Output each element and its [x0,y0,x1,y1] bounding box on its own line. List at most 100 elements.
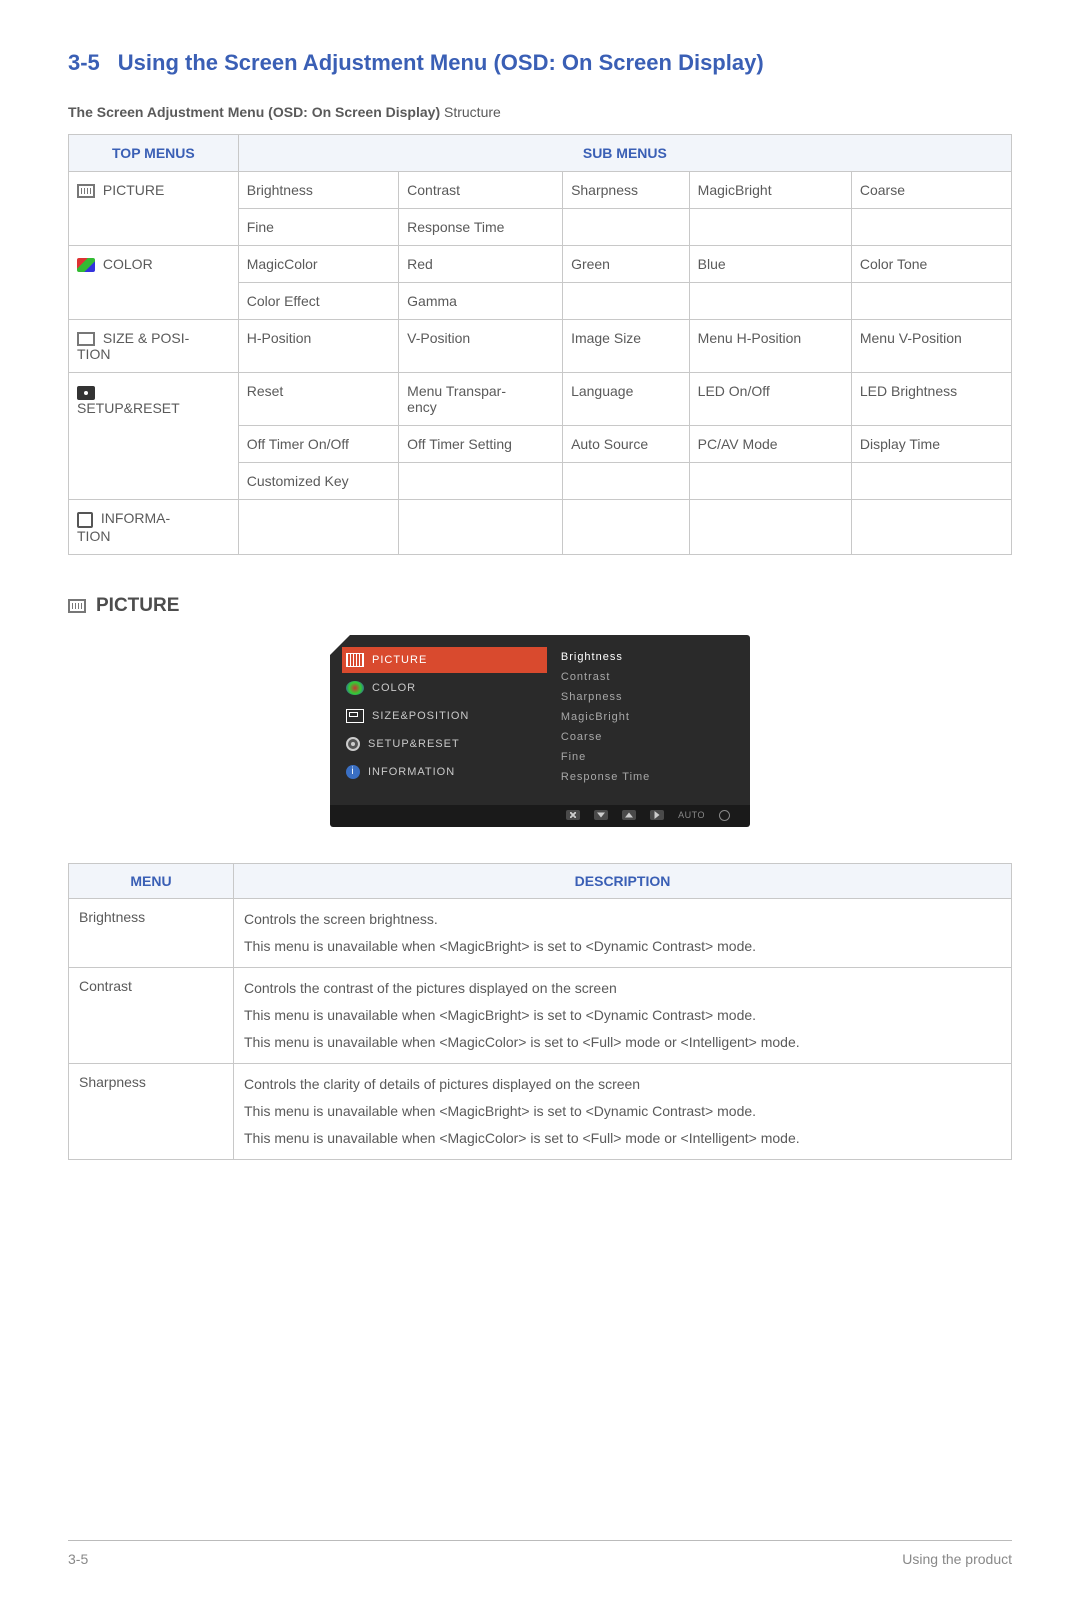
topmenu-information: INFORMA-TION [69,500,239,554]
osd-sub-item: Response Time [561,767,736,787]
osd-preview: PICTURE COLOR SIZE&POSITION SETUP&RESET … [330,635,750,827]
osd-sub-item: Brightness [561,647,736,667]
osd-label: PICTURE [372,654,427,666]
osd-panel: PICTURE COLOR SIZE&POSITION SETUP&RESET … [330,635,750,805]
cell [689,500,851,554]
cell [689,463,851,500]
cell: Color Effect [238,283,398,320]
section-title: 3-5 Using the Screen Adjustment Menu (OSD… [68,50,1012,76]
cell: Brightness [238,172,398,209]
cell: Blue [689,246,851,283]
osd-item-information: iINFORMATION [342,759,547,785]
cell: Green [563,246,690,283]
picture-section-heading: PICTURE [68,595,1012,617]
osd-item-setup: SETUP&RESET [342,731,547,757]
structure-caption: The Screen Adjustment Menu (OSD: On Scre… [68,104,1012,120]
desc-line: This menu is unavailable when <MagicColo… [244,1032,1001,1053]
cell: Off Timer Setting [399,426,563,463]
topmenu-color: COLOR [69,246,239,320]
section-title-text: Using the Screen Adjustment Menu (OSD: O… [118,50,764,75]
cell: LED On/Off [689,373,851,426]
menu-structure-table: TOP MENUS SUB MENUS PICTURE Brightness C… [68,134,1012,555]
close-icon [566,810,580,820]
cell: Auto Source [563,426,690,463]
cell [563,500,690,554]
cell: Display Time [851,426,1011,463]
picture-heading-text: PICTURE [96,595,179,617]
cell: Contrast [399,172,563,209]
desc-menu-name: Contrast [69,967,234,1063]
osd-footer: AUTO [330,805,750,827]
desc-menu-name: Sharpness [69,1063,234,1159]
osd-sub-item: Contrast [561,667,736,687]
picture-icon [77,184,95,198]
osd-item-size: SIZE&POSITION [342,703,547,729]
cell [851,209,1011,246]
osd-label: INFORMATION [368,766,455,778]
th-description: DESCRIPTION [234,863,1012,898]
structure-caption-rest: Structure [440,104,501,120]
cell: MagicBright [689,172,851,209]
osd-label: SETUP&RESET [368,738,460,750]
th-menu: MENU [69,863,234,898]
osd-right-column: Brightness Contrast Sharpness MagicBrigh… [547,647,736,787]
desc-line: This menu is unavailable when <MagicBrig… [244,936,1001,957]
desc-cell: Controls the clarity of details of pictu… [234,1063,1012,1159]
osd-label: COLOR [372,682,416,694]
th-top-menus: TOP MENUS [69,135,239,172]
desc-line: Controls the clarity of details of pictu… [244,1074,1001,1095]
auto-label: AUTO [678,810,705,821]
osd-sub-item: Fine [561,747,736,767]
section-number: 3-5 [68,50,100,75]
color-icon [346,681,364,695]
cell [563,283,690,320]
description-table: MENU DESCRIPTION Brightness Controls the… [68,863,1012,1160]
cell [563,209,690,246]
cell: Language [563,373,690,426]
size-icon [77,332,95,346]
arrow-up-icon [622,810,636,820]
cell [399,463,563,500]
cell: Coarse [851,172,1011,209]
osd-item-picture: PICTURE [342,647,547,673]
cell: V-Position [399,320,563,373]
picture-icon [68,599,86,613]
power-icon [719,810,730,821]
arrow-down-icon [594,810,608,820]
cell: Menu V-Position [851,320,1011,373]
cell: Response Time [399,209,563,246]
osd-label: SIZE&POSITION [372,710,469,722]
cell [689,209,851,246]
cell: Color Tone [851,246,1011,283]
desc-cell: Controls the contrast of the pictures di… [234,967,1012,1063]
osd-sub-item: Sharpness [561,687,736,707]
cell [563,463,690,500]
topmenu-picture: PICTURE [69,172,239,246]
cell [399,500,563,554]
cell [851,463,1011,500]
structure-caption-bold: The Screen Adjustment Menu (OSD: On Scre… [68,104,440,120]
topmenu-color-label: COLOR [103,256,153,272]
footer-left: 3-5 [68,1551,88,1567]
th-sub-menus: SUB MENUS [238,135,1011,172]
desc-line: Controls the screen brightness. [244,909,1001,930]
cell: LED Brightness [851,373,1011,426]
desc-line: Controls the contrast of the pictures di… [244,978,1001,999]
osd-left-column: PICTURE COLOR SIZE&POSITION SETUP&RESET … [342,647,547,787]
setup-icon [77,386,95,400]
cell: Reset [238,373,398,426]
cell [851,283,1011,320]
desc-line: This menu is unavailable when <MagicColo… [244,1128,1001,1149]
cell: Red [399,246,563,283]
cell: Sharpness [563,172,690,209]
page-footer: 3-5 Using the product [68,1540,1012,1567]
topmenu-picture-label: PICTURE [103,182,164,198]
setup-icon [346,737,360,751]
color-icon [77,258,95,272]
cell [689,283,851,320]
information-icon [77,512,93,528]
arrow-right-icon [650,810,664,820]
cell: PC/AV Mode [689,426,851,463]
desc-cell: Controls the screen brightness. This men… [234,898,1012,967]
topmenu-setup: SETUP&RESET [69,373,239,500]
